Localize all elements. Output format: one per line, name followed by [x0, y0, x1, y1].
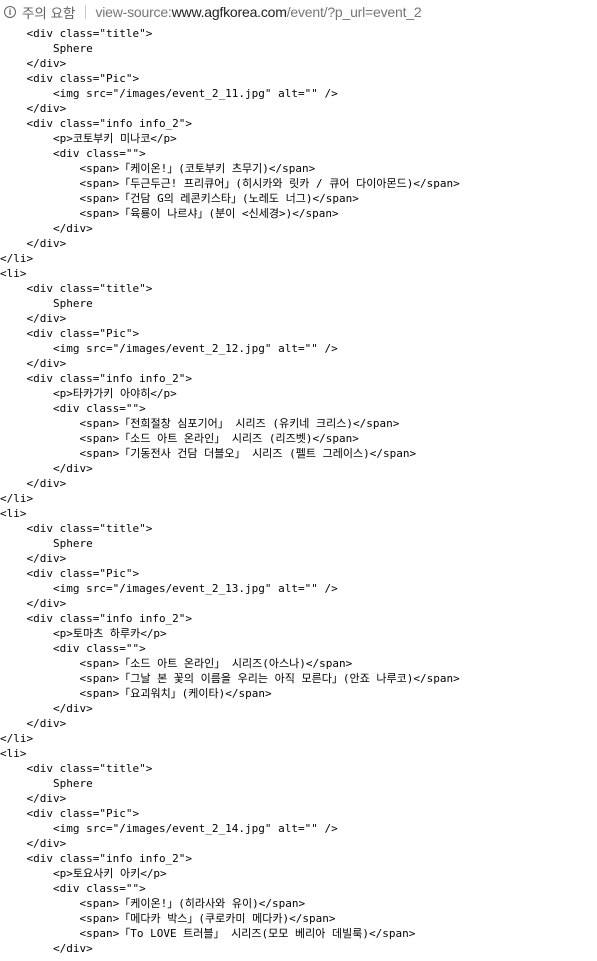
source-line: Sphere [0, 537, 93, 550]
source-line: </li> [0, 492, 34, 505]
source-line: <div class="title"> [0, 762, 153, 775]
source-code-view[interactable]: <div class="title"> Sphere </div> <div c… [0, 26, 597, 956]
source-line: </div> [0, 702, 93, 715]
address-bar-divider [85, 5, 87, 19]
source-line: <div class="Pic"> [0, 807, 140, 820]
source-line: <div class="title"> [0, 27, 153, 40]
source-line: <p>타카가키 아야히</p> [0, 387, 177, 400]
source-line: </div> [0, 237, 67, 250]
source-line: <span>「케이온!」(코토부키 츠무기)</span> [0, 162, 316, 175]
source-line: <img src="/images/event_2_11.jpg" alt=""… [0, 87, 338, 100]
source-line: <div class="info info_2"> [0, 117, 193, 130]
source-line: <span>「소드 아트 온라인」 시리즈(아스나)</span> [0, 657, 353, 670]
source-line: <li> [0, 267, 27, 280]
source-line: </div> [0, 597, 67, 610]
source-line: </div> [0, 357, 67, 370]
source-line: <div class=""> [0, 882, 146, 895]
source-line: </div> [0, 717, 67, 730]
source-line: <span>「그날 본 꽃의 이름을 우리는 아직 모른다」(안죠 나루코)</… [0, 672, 460, 685]
url-path: /event/?p_url=event_2 [286, 4, 422, 20]
source-line: <span>「육룡이 나르샤」(분이 <신세경>)</span> [0, 207, 339, 220]
source-line: </div> [0, 477, 67, 490]
source-line: <img src="/images/event_2_12.jpg" alt=""… [0, 342, 338, 355]
source-line: Sphere [0, 297, 93, 310]
source-line: Sphere [0, 777, 93, 790]
source-line: <span>「건담 G의 레콘키스타」(노레도 너그)</span> [0, 192, 359, 205]
source-line: </div> [0, 837, 67, 850]
source-line: <span>「메다카 박스」(쿠로카미 메다카)</span> [0, 912, 336, 925]
source-line: <div class="Pic"> [0, 72, 140, 85]
source-line: <div class="title"> [0, 282, 153, 295]
info-icon[interactable]: i [4, 6, 16, 18]
source-line: </div> [0, 942, 93, 955]
source-line: </div> [0, 102, 67, 115]
source-line: </div> [0, 462, 93, 475]
source-line: <div class=""> [0, 642, 146, 655]
url-host: www.agfkorea.com [171, 4, 287, 20]
source-line: </div> [0, 222, 93, 235]
source-line: <div class=""> [0, 402, 146, 415]
address-bar[interactable]: i 주의 요함 view-source:www.agfkorea.com/eve… [0, 0, 597, 24]
source-line: <span>「요괴워치」(케이타)</span> [0, 687, 272, 700]
source-line: </div> [0, 312, 67, 325]
source-line: Sphere [0, 42, 93, 55]
url-text[interactable]: view-source:www.agfkorea.com/event/?p_ur… [95, 4, 421, 20]
source-line: <p>코토부키 미나코</p> [0, 132, 177, 145]
source-line: <span>「케이온!」(히라사와 유이)</span> [0, 897, 306, 910]
source-line: <div class="Pic"> [0, 327, 140, 340]
source-line: <div class="info info_2"> [0, 372, 193, 385]
source-line: </li> [0, 732, 34, 745]
source-line: <li> [0, 507, 27, 520]
source-line: <div class="info info_2"> [0, 612, 193, 625]
source-line: </li> [0, 252, 34, 265]
source-line: </div> [0, 552, 67, 565]
source-line: <span>「기동전사 건담 더블오」 시리즈 (펠트 그레이스)</span> [0, 447, 417, 460]
source-line: <div class="info info_2"> [0, 852, 193, 865]
source-line: <p>토마츠 하루카</p> [0, 627, 167, 640]
url-prefix: view-source: [95, 4, 172, 20]
source-line: </div> [0, 57, 67, 70]
source-line: <div class="title"> [0, 522, 153, 535]
source-line: <img src="/images/event_2_13.jpg" alt=""… [0, 582, 338, 595]
source-line: <li> [0, 747, 27, 760]
source-line: <span>「두근두근! 프리큐어」(히시카와 릿카 / 큐어 다이아몬드)</… [0, 177, 460, 190]
source-line: <p>토요사키 아키</p> [0, 867, 167, 880]
source-line: <span>「전희절창 심포기어」 시리즈 (유키네 크리스)</span> [0, 417, 400, 430]
security-status-label[interactable]: 주의 요함 [22, 2, 75, 22]
source-line: <span>「To LOVE 트러블」 시리즈(모모 베리아 데빌룩)</spa… [0, 927, 416, 940]
source-line: </div> [0, 792, 67, 805]
source-line: <div class=""> [0, 147, 146, 160]
source-line: <img src="/images/event_2_14.jpg" alt=""… [0, 822, 338, 835]
source-line: <div class="Pic"> [0, 567, 140, 580]
source-line: <span>「소드 아트 온라인」 시리즈 (리즈벳)</span> [0, 432, 359, 445]
